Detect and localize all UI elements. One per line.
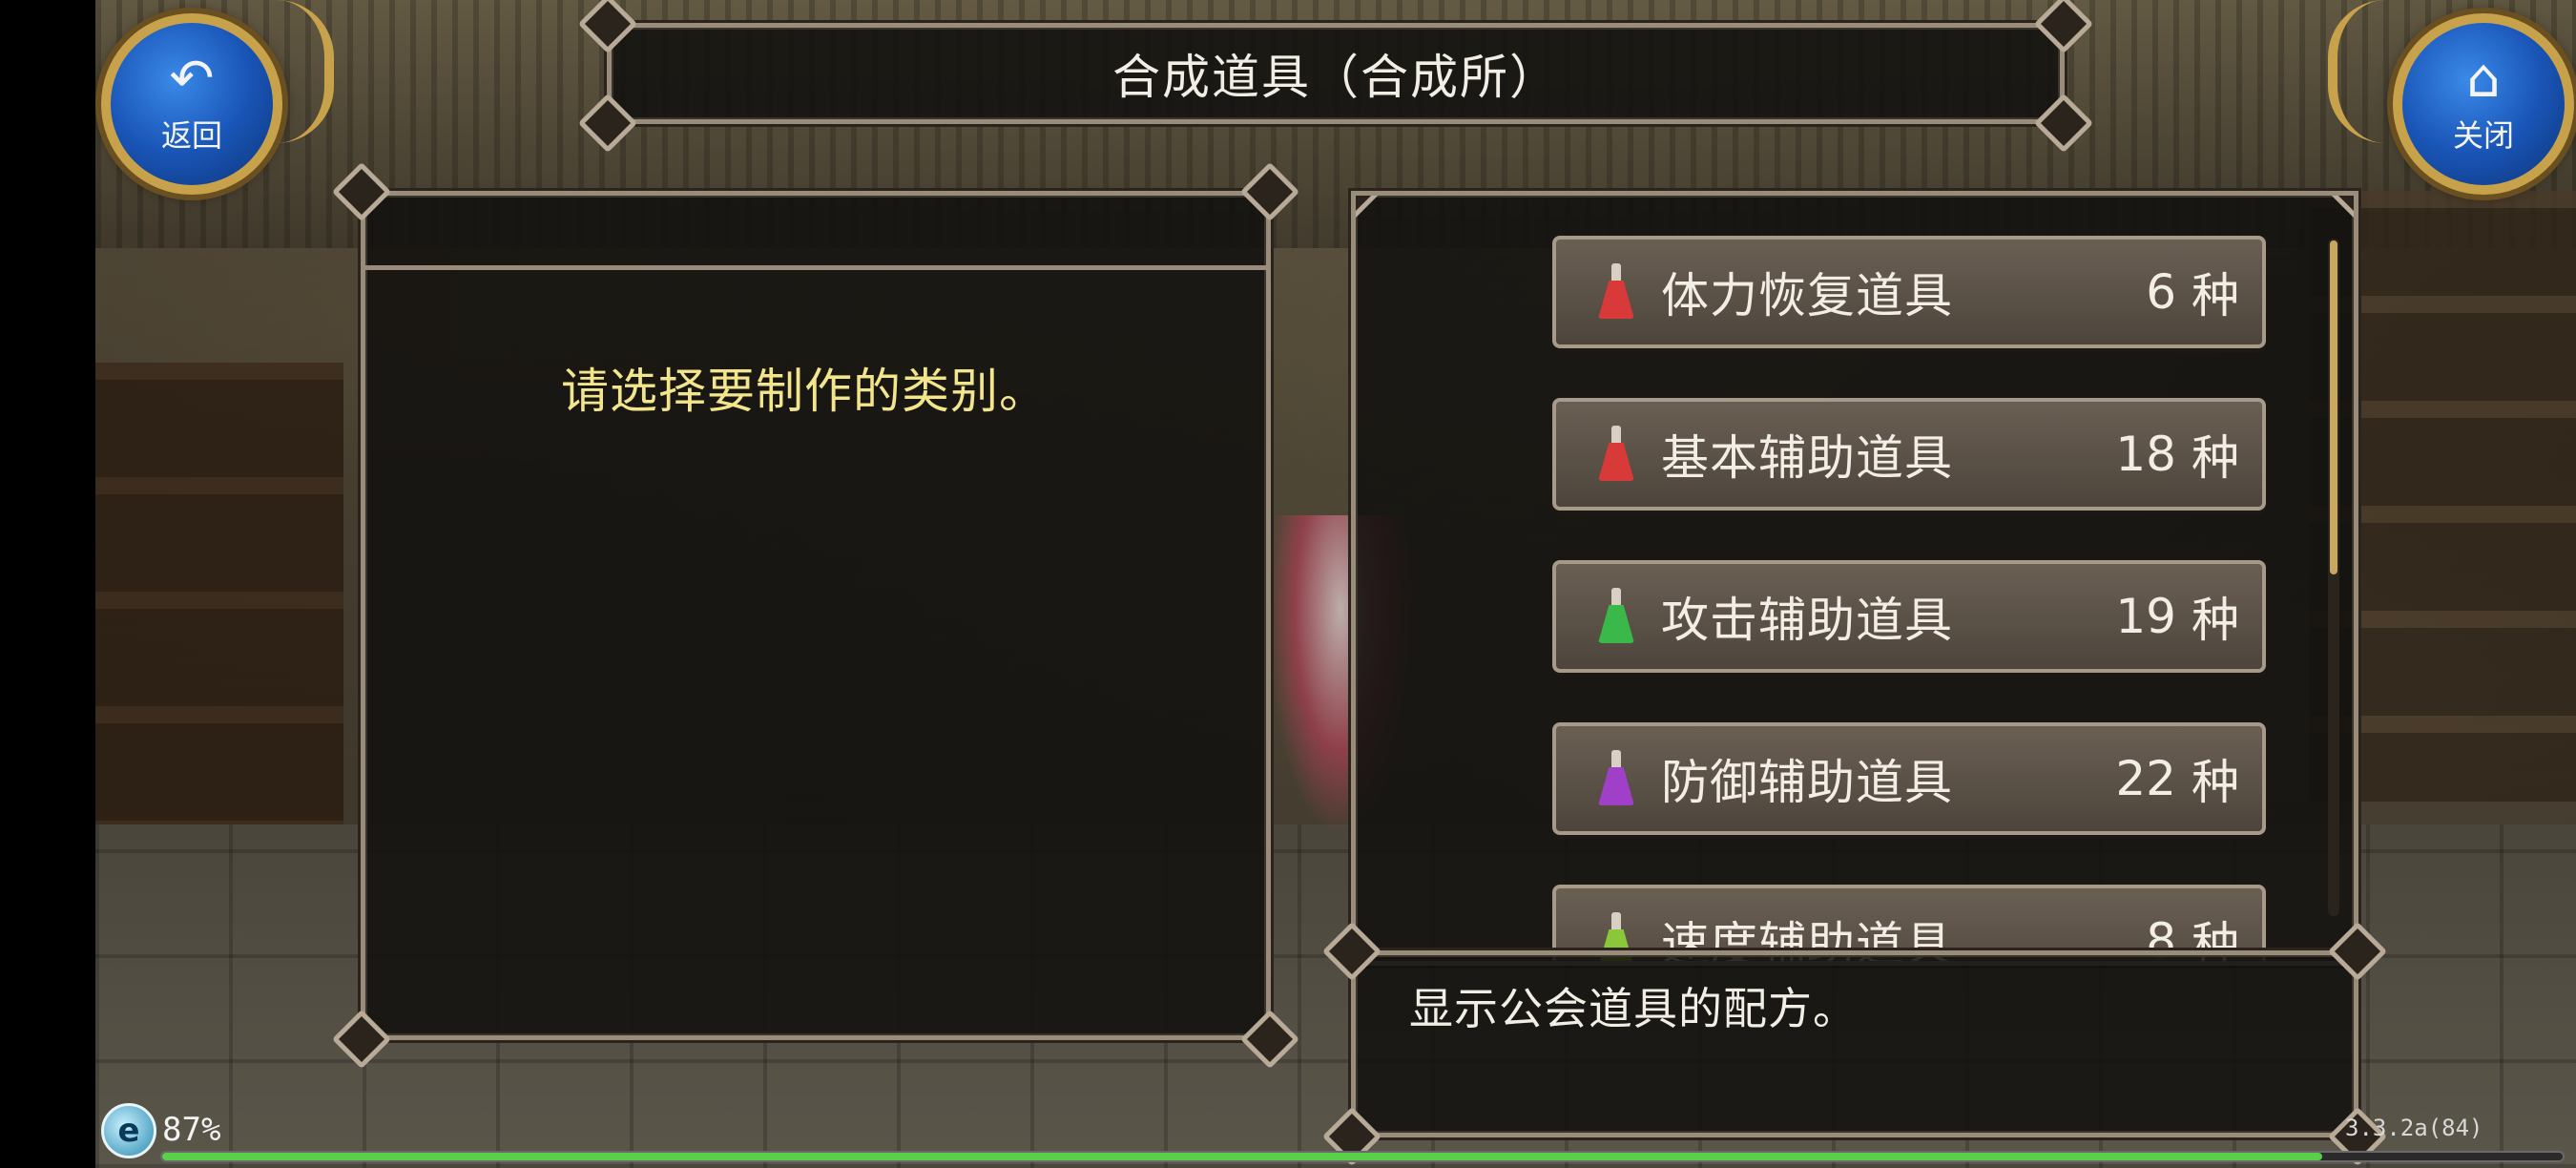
status-orb-icon: e xyxy=(101,1103,156,1158)
category-unit: 种 xyxy=(2192,755,2239,810)
category-count: 22 xyxy=(2115,751,2176,806)
title-bar: 合成道具（合成所） xyxy=(577,0,2094,154)
home-icon: ⌂ xyxy=(2466,48,2501,110)
close-button-label: 关闭 xyxy=(2452,117,2514,154)
category-count: 6 xyxy=(2146,264,2176,320)
category-count: 19 xyxy=(2115,589,2176,644)
category-unit: 种 xyxy=(2192,430,2239,486)
category-item-defense-support[interactable]: 防御辅助道具 22 种 xyxy=(1552,722,2266,835)
category-name: 防御辅助道具 xyxy=(1661,755,1953,810)
category-name: 攻击辅助道具 xyxy=(1661,593,1953,648)
potion-liquid xyxy=(1598,281,1634,319)
red-potion-icon xyxy=(1594,263,1638,321)
instruction-text: 请选择要制作的类别。 xyxy=(561,364,1048,419)
battery-percent: 87% xyxy=(162,1111,221,1149)
close-button[interactable]: ⌂ 关闭 xyxy=(2393,13,2574,195)
progress-bar xyxy=(160,1151,2565,1162)
purple-potion-icon xyxy=(1594,750,1638,807)
frame-corner xyxy=(1356,196,1382,222)
scene-shelf-left xyxy=(95,363,343,859)
potion-liquid xyxy=(1598,605,1634,643)
category-item-hp-recovery[interactable]: 体力恢复道具 6 种 xyxy=(1552,236,2266,348)
progress-bar-fill xyxy=(162,1153,2323,1160)
back-button[interactable]: ↶ 返回 xyxy=(101,13,282,195)
page-title: 合成道具（合成所） xyxy=(1112,50,1559,105)
category-item-basic-support[interactable]: 基本辅助道具 18 种 xyxy=(1552,398,2266,511)
green-potion-icon xyxy=(1594,588,1638,645)
list-scrollbar-thumb[interactable] xyxy=(2330,240,2337,574)
category-name: 基本辅助道具 xyxy=(1661,430,1953,486)
potion-liquid xyxy=(1598,767,1634,805)
info-panel-header xyxy=(365,196,1266,270)
description-text: 显示公会道具的配方。 xyxy=(1409,983,1858,1034)
category-count: 18 xyxy=(2115,427,2176,482)
category-name: 体力恢复道具 xyxy=(1661,268,1953,323)
category-unit: 种 xyxy=(2192,268,2239,323)
category-item-attack-support[interactable]: 攻击辅助道具 19 种 xyxy=(1552,560,2266,673)
info-panel: 请选择要制作的类别。 xyxy=(331,161,1300,1070)
back-arrow-icon: ↶ xyxy=(169,48,215,110)
back-button-label: 返回 xyxy=(160,117,222,154)
version-label: 3.3.2a(84) xyxy=(2345,1115,2483,1141)
description-panel: 显示公会道具的配方。 xyxy=(1321,921,2388,1167)
category-unit: 种 xyxy=(2192,593,2239,648)
category-list-panel: 体力恢复道具 6 种 基本辅助道具 18 种 攻击辅助道具 19 种 防御辅助道… xyxy=(1351,191,2358,966)
frame-corner xyxy=(2327,196,2354,222)
potion-liquid xyxy=(1598,443,1634,481)
red-potion-icon xyxy=(1594,426,1638,483)
